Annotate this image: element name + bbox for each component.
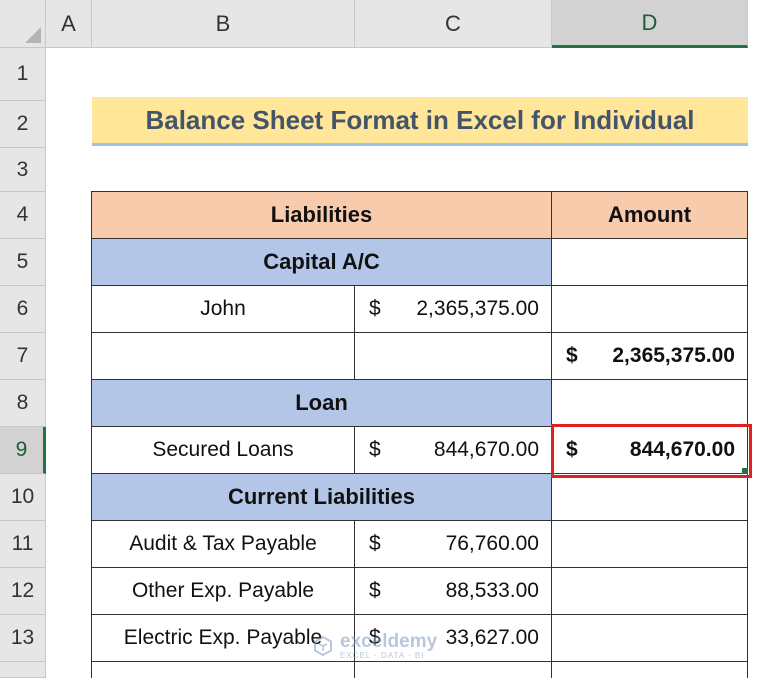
row-header-12[interactable]: 12 xyxy=(0,568,46,615)
loan-section-header[interactable]: Loan xyxy=(92,380,552,427)
row-header-11[interactable]: 11 xyxy=(0,521,46,568)
exceldemy-logo-icon xyxy=(314,635,332,657)
liabilities-header[interactable]: Liabilities xyxy=(92,192,552,239)
list-item-label[interactable]: Other Exp. Payable xyxy=(92,568,355,615)
john-amount[interactable]: $ 2,365,375.00 xyxy=(355,286,552,333)
capital-total[interactable]: $ 2,365,375.00 xyxy=(552,333,748,380)
cell-d11[interactable] xyxy=(552,521,748,568)
row-header-8[interactable]: 8 xyxy=(0,380,46,427)
amount-header[interactable]: Amount xyxy=(552,192,748,239)
amount-value: 2,365,375.00 xyxy=(612,344,735,367)
currency-symbol: $ xyxy=(369,297,381,320)
list-item-amount[interactable]: $ 88,533.00 xyxy=(355,568,552,615)
column-header-c[interactable]: C xyxy=(355,0,552,48)
sheet-title[interactable]: Balance Sheet Format in Excel for Indivi… xyxy=(92,97,748,146)
row-header-5[interactable]: 5 xyxy=(0,239,46,286)
row-header-6[interactable]: 6 xyxy=(0,286,46,333)
row-header-4[interactable]: 4 xyxy=(0,192,46,239)
row-header-3[interactable]: 3 xyxy=(0,148,46,192)
amount-value: 844,670.00 xyxy=(433,438,539,461)
row-header-13[interactable]: 13 xyxy=(0,615,46,662)
fill-handle[interactable] xyxy=(742,468,748,474)
current-liabilities-section-header[interactable]: Current Liabilities xyxy=(92,474,552,521)
amount-value: 88,533.00 xyxy=(445,579,539,602)
row-header-2[interactable]: 2 xyxy=(0,101,46,148)
capital-section-header[interactable]: Capital A/C xyxy=(92,239,552,286)
row-header-1[interactable]: 1 xyxy=(0,48,46,101)
currency-symbol: $ xyxy=(566,344,578,367)
list-item-amount[interactable]: $ 76,760.00 xyxy=(355,521,552,568)
cell-d12[interactable] xyxy=(552,568,748,615)
row-header-9[interactable]: 9 xyxy=(0,427,46,474)
list-item-label[interactable]: Audit & Tax Payable xyxy=(92,521,355,568)
column-header-a[interactable]: A xyxy=(46,0,92,48)
select-all-corner[interactable] xyxy=(0,0,46,48)
secured-loans-amount[interactable]: $ 844,670.00 xyxy=(355,427,552,474)
cell-b14-partial[interactable] xyxy=(92,662,355,678)
row-header-14-partial[interactable] xyxy=(0,662,46,678)
watermark: exceldemy EXCEL · DATA · BI xyxy=(312,632,437,660)
row-header-7[interactable]: 7 xyxy=(0,333,46,380)
currency-symbol: $ xyxy=(369,579,381,602)
selection-highlight-box xyxy=(551,424,752,478)
currency-symbol: $ xyxy=(369,532,381,555)
cell-d14-partial[interactable] xyxy=(552,662,748,678)
select-all-triangle-icon xyxy=(25,27,41,43)
watermark-tagline: EXCEL · DATA · BI xyxy=(340,651,425,660)
cell-d10[interactable] xyxy=(552,474,748,521)
column-header-b[interactable]: B xyxy=(92,0,355,48)
watermark-name: exceldemy xyxy=(340,631,438,652)
cell-c7[interactable] xyxy=(355,333,552,380)
cell-d8[interactable] xyxy=(552,380,748,427)
cell-d5[interactable] xyxy=(552,239,748,286)
secured-loans-label[interactable]: Secured Loans xyxy=(92,427,355,474)
cell-c14-partial[interactable] xyxy=(355,662,552,678)
amount-value: 76,760.00 xyxy=(445,532,539,555)
currency-symbol: $ xyxy=(369,438,381,461)
cell-d13[interactable] xyxy=(552,615,748,662)
john-label[interactable]: John xyxy=(92,286,355,333)
row-header-10[interactable]: 10 xyxy=(0,474,46,521)
amount-value: 2,365,375.00 xyxy=(416,297,539,320)
cell-b7[interactable] xyxy=(92,333,355,380)
cell-d6[interactable] xyxy=(552,286,748,333)
amount-value: 33,627.00 xyxy=(445,626,539,649)
column-header-d[interactable]: D xyxy=(552,0,748,48)
